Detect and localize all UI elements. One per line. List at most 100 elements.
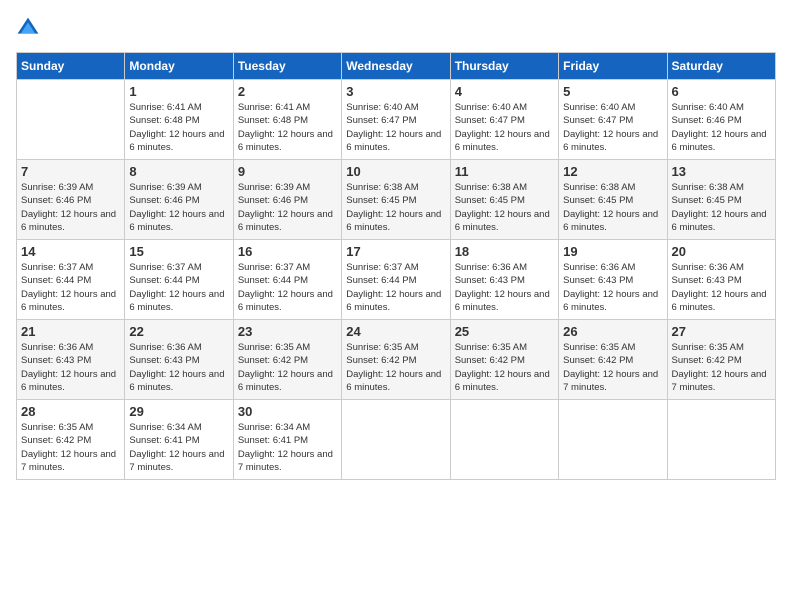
calendar-cell: 6 Sunrise: 6:40 AMSunset: 6:46 PMDaylight…	[667, 80, 775, 160]
calendar-cell: 4 Sunrise: 6:40 AMSunset: 6:47 PMDaylight…	[450, 80, 558, 160]
calendar-cell: 2Sunrise: 6:41 AMSunset: 6:48 PMDaylight…	[233, 80, 341, 160]
header-sunday: Sunday	[17, 53, 125, 80]
logo-icon	[16, 16, 40, 40]
calendar-cell: 16 Sunrise: 6:37 AMSunset: 6:44 PMDayligh…	[233, 240, 341, 320]
day-number: 19	[563, 244, 662, 259]
day-info: Sunrise: 6:34 AMSunset: 6:41 PMDaylight:…	[238, 421, 337, 474]
day-number: 29	[129, 404, 228, 419]
calendar-cell: 11Sunrise: 6:38 AMSunset: 6:45 PMDayligh…	[450, 160, 558, 240]
day-info: Sunrise: 6:41 AMSunset: 6:48 PMDaylight:…	[129, 101, 228, 154]
header-friday: Friday	[559, 53, 667, 80]
calendar-cell: 12Sunrise: 6:38 AMSunset: 6:45 PMDayligh…	[559, 160, 667, 240]
day-number: 3	[346, 84, 445, 99]
day-number: 28	[21, 404, 120, 419]
calendar-cell	[559, 400, 667, 480]
calendar-cell: 22 Sunrise: 6:36 AMSunset: 6:43 PMDayligh…	[125, 320, 233, 400]
day-number: 5	[563, 84, 662, 99]
day-number: 8	[129, 164, 228, 179]
calendar-cell	[450, 400, 558, 480]
calendar-cell: 1 Sunrise: 6:41 AMSunset: 6:48 PMDaylight…	[125, 80, 233, 160]
day-number: 17	[346, 244, 445, 259]
header-row: SundayMondayTuesdayWednesdayThursdayFrid…	[17, 53, 776, 80]
calendar-cell: 20Sunrise: 6:36 AMSunset: 6:43 PMDayligh…	[667, 240, 775, 320]
header-tuesday: Tuesday	[233, 53, 341, 80]
calendar-cell: 28 Sunrise: 6:35 AMSunset: 6:42 PMDayligh…	[17, 400, 125, 480]
week-row: 14 Sunrise: 6:37 AMSunset: 6:44 PMDayligh…	[17, 240, 776, 320]
day-info: Sunrise: 6:40 AMSunset: 6:47 PMDaylight:…	[563, 101, 662, 154]
day-number: 21	[21, 324, 120, 339]
calendar-cell: 30 Sunrise: 6:34 AMSunset: 6:41 PMDayligh…	[233, 400, 341, 480]
week-row: 7 Sunrise: 6:39 AMSunset: 6:46 PMDaylight…	[17, 160, 776, 240]
day-info: Sunrise: 6:39 AMSunset: 6:46 PMDaylight:…	[129, 181, 228, 234]
week-row: 21 Sunrise: 6:36 AMSunset: 6:43 PMDayligh…	[17, 320, 776, 400]
day-info: Sunrise: 6:35 AMSunset: 6:42 PMDaylight:…	[346, 341, 445, 394]
calendar-cell: 29 Sunrise: 6:34 AMSunset: 6:41 PMDayligh…	[125, 400, 233, 480]
page-header	[16, 16, 776, 40]
logo	[16, 16, 44, 40]
day-number: 23	[238, 324, 337, 339]
calendar-cell: 5 Sunrise: 6:40 AMSunset: 6:47 PMDaylight…	[559, 80, 667, 160]
day-number: 22	[129, 324, 228, 339]
day-number: 16	[238, 244, 337, 259]
day-info: Sunrise: 6:40 AMSunset: 6:47 PMDaylight:…	[346, 101, 445, 154]
day-info: Sunrise: 6:39 AMSunset: 6:46 PMDaylight:…	[238, 181, 337, 234]
day-number: 12	[563, 164, 662, 179]
day-number: 27	[672, 324, 771, 339]
calendar-cell	[17, 80, 125, 160]
day-info: Sunrise: 6:35 AMSunset: 6:42 PMDaylight:…	[21, 421, 120, 474]
header-thursday: Thursday	[450, 53, 558, 80]
calendar-cell: 18 Sunrise: 6:36 AMSunset: 6:43 PMDayligh…	[450, 240, 558, 320]
calendar-cell: 7Sunrise: 6:39 AMSunset: 6:46 PMDaylight…	[17, 160, 125, 240]
day-number: 7	[21, 164, 120, 179]
day-number: 11	[455, 164, 554, 179]
calendar-cell: 10Sunrise: 6:38 AMSunset: 6:45 PMDayligh…	[342, 160, 450, 240]
day-number: 14	[21, 244, 120, 259]
calendar-cell: 13 Sunrise: 6:38 AMSunset: 6:45 PMDayligh…	[667, 160, 775, 240]
day-info: Sunrise: 6:35 AMSunset: 6:42 PMDaylight:…	[672, 341, 771, 394]
day-number: 30	[238, 404, 337, 419]
calendar-cell	[667, 400, 775, 480]
day-number: 20	[672, 244, 771, 259]
day-number: 13	[672, 164, 771, 179]
day-info: Sunrise: 6:41 AMSunset: 6:48 PMDaylight:…	[238, 101, 337, 154]
day-number: 24	[346, 324, 445, 339]
day-number: 4	[455, 84, 554, 99]
day-info: Sunrise: 6:36 AMSunset: 6:43 PMDaylight:…	[21, 341, 120, 394]
week-row: 1 Sunrise: 6:41 AMSunset: 6:48 PMDaylight…	[17, 80, 776, 160]
day-info: Sunrise: 6:35 AMSunset: 6:42 PMDaylight:…	[238, 341, 337, 394]
header-saturday: Saturday	[667, 53, 775, 80]
day-info: Sunrise: 6:38 AMSunset: 6:45 PMDaylight:…	[672, 181, 771, 234]
day-number: 6	[672, 84, 771, 99]
day-info: Sunrise: 6:38 AMSunset: 6:45 PMDaylight:…	[346, 181, 445, 234]
day-info: Sunrise: 6:36 AMSunset: 6:43 PMDaylight:…	[129, 341, 228, 394]
calendar-cell: 27 Sunrise: 6:35 AMSunset: 6:42 PMDayligh…	[667, 320, 775, 400]
calendar-cell: 3 Sunrise: 6:40 AMSunset: 6:47 PMDaylight…	[342, 80, 450, 160]
day-number: 25	[455, 324, 554, 339]
day-info: Sunrise: 6:37 AMSunset: 6:44 PMDaylight:…	[129, 261, 228, 314]
day-info: Sunrise: 6:34 AMSunset: 6:41 PMDaylight:…	[129, 421, 228, 474]
day-info: Sunrise: 6:36 AMSunset: 6:43 PMDaylight:…	[455, 261, 554, 314]
calendar-cell: 24 Sunrise: 6:35 AMSunset: 6:42 PMDayligh…	[342, 320, 450, 400]
day-info: Sunrise: 6:40 AMSunset: 6:47 PMDaylight:…	[455, 101, 554, 154]
day-info: Sunrise: 6:35 AMSunset: 6:42 PMDaylight:…	[455, 341, 554, 394]
week-row: 28 Sunrise: 6:35 AMSunset: 6:42 PMDayligh…	[17, 400, 776, 480]
calendar-cell: 9 Sunrise: 6:39 AMSunset: 6:46 PMDaylight…	[233, 160, 341, 240]
header-monday: Monday	[125, 53, 233, 80]
calendar-cell: 8 Sunrise: 6:39 AMSunset: 6:46 PMDaylight…	[125, 160, 233, 240]
day-info: Sunrise: 6:37 AMSunset: 6:44 PMDaylight:…	[346, 261, 445, 314]
day-info: Sunrise: 6:37 AMSunset: 6:44 PMDaylight:…	[21, 261, 120, 314]
calendar-cell: 14 Sunrise: 6:37 AMSunset: 6:44 PMDayligh…	[17, 240, 125, 320]
day-number: 15	[129, 244, 228, 259]
day-info: Sunrise: 6:37 AMSunset: 6:44 PMDaylight:…	[238, 261, 337, 314]
day-number: 18	[455, 244, 554, 259]
calendar-cell: 26Sunrise: 6:35 AMSunset: 6:42 PMDayligh…	[559, 320, 667, 400]
day-number: 1	[129, 84, 228, 99]
day-info: Sunrise: 6:40 AMSunset: 6:46 PMDaylight:…	[672, 101, 771, 154]
day-number: 26	[563, 324, 662, 339]
header-wednesday: Wednesday	[342, 53, 450, 80]
day-number: 9	[238, 164, 337, 179]
calendar-cell: 15 Sunrise: 6:37 AMSunset: 6:44 PMDayligh…	[125, 240, 233, 320]
calendar-cell: 19Sunrise: 6:36 AMSunset: 6:43 PMDayligh…	[559, 240, 667, 320]
calendar-cell: 17 Sunrise: 6:37 AMSunset: 6:44 PMDayligh…	[342, 240, 450, 320]
calendar-cell: 25 Sunrise: 6:35 AMSunset: 6:42 PMDayligh…	[450, 320, 558, 400]
